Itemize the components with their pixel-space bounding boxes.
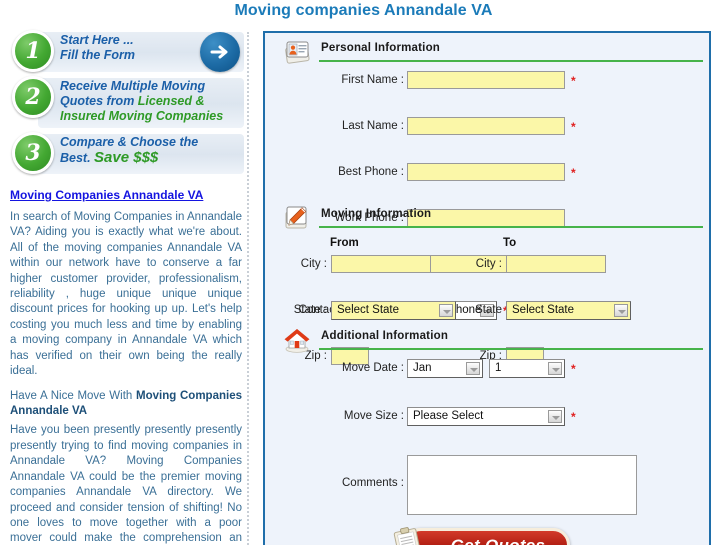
step-number-badge-3: 3	[12, 132, 54, 174]
step-2-line-2-green: Licensed &	[137, 94, 205, 108]
get-quotes-label: Get Quotes	[451, 536, 546, 545]
sidebar-step-1[interactable]: 1 Start Here ... Fill the Form	[8, 30, 244, 74]
moving-fields: From To City : City : State : Select Sta…	[265, 235, 709, 365]
section-moving-information: Moving Information From To City : City :…	[265, 205, 709, 365]
last-name-input[interactable]	[407, 117, 565, 135]
sidebar-step-3[interactable]: 3 Compare & Choose the Best. Save $$$	[8, 132, 244, 176]
step-number-badge-1: 1	[12, 30, 54, 72]
sidebar-paragraph-1: In search of Moving Companies in Annanda…	[10, 211, 242, 378]
sidebar-paragraph-2: Have you been presently presently presen…	[10, 424, 242, 545]
id-card-icon	[283, 38, 311, 66]
label-to-state: State	[475, 304, 502, 316]
chevron-down-icon	[548, 410, 562, 423]
field-row-move-date: Move Date : Jan 1 *	[265, 359, 709, 381]
from-state-select[interactable]: Select State	[331, 301, 456, 320]
to-state-select[interactable]: Select State	[506, 301, 631, 320]
section-additional-information: Additional Information Move Date : Jan 1…	[265, 326, 709, 515]
quote-form-panel: Personal Information First Name : * Last…	[263, 31, 711, 545]
first-name-input[interactable]	[407, 71, 565, 89]
chevron-down-icon	[548, 362, 562, 375]
required-marker-last-name: *	[571, 120, 576, 134]
personal-fields: First Name : * Last Name : * Best Phone …	[265, 71, 709, 320]
best-phone-input[interactable]	[407, 163, 565, 181]
step-2-line-2-wrap: Quotes from Licensed &	[60, 94, 240, 109]
step-2-line-3-green: Insured Moving Companies	[60, 109, 224, 123]
section-title-personal: Personal Information	[321, 42, 441, 54]
page-root: Moving companies Annandale VA 1 Start He…	[0, 0, 727, 545]
section-rule	[319, 226, 703, 228]
get-quotes-button[interactable]: Get Quotes	[393, 527, 571, 545]
chevron-down-icon	[466, 362, 480, 375]
label-to-city: City :	[475, 258, 502, 270]
sidebar-step-2[interactable]: 2 Receive Multiple Moving Quotes from Li…	[8, 76, 244, 130]
label-best-phone: Best Phone :	[338, 166, 404, 178]
clipboard-icon	[389, 525, 429, 545]
section-personal-information: Personal Information First Name : * Last…	[265, 38, 709, 320]
to-city-input[interactable]	[506, 255, 606, 273]
pencil-notepad-icon	[283, 204, 311, 232]
column-divider	[247, 32, 249, 545]
arrow-right-icon[interactable]	[200, 32, 240, 72]
page-title: Moving companies Annandale VA	[234, 2, 493, 19]
label-first-name: First Name :	[341, 74, 404, 86]
field-row-comments: Comments :	[265, 455, 709, 517]
section-rule	[319, 60, 703, 62]
field-row-first-name: First Name : *	[265, 71, 709, 93]
from-city-input[interactable]	[331, 255, 431, 273]
step-number-badge-2: 2	[12, 76, 54, 118]
section-header-moving: Moving Information	[271, 205, 703, 229]
section-title-additional: Additional Information	[321, 330, 449, 342]
section-header-personal: Personal Information	[271, 38, 703, 66]
step-3-line-2: Best.	[60, 151, 95, 165]
sidebar-local-link[interactable]: Moving Companies Annandale VA	[10, 188, 244, 202]
comments-textarea[interactable]	[407, 455, 637, 515]
field-row-move-size: Move Size : Please Select *	[265, 407, 709, 429]
label-move-date: Move Date :	[342, 362, 404, 374]
label-last-name: Last Name :	[342, 120, 404, 132]
step-3-line-2-wrap: Best. Save $$$	[60, 150, 240, 166]
to-state-select-value: Select State	[512, 304, 575, 316]
section-title-moving: Moving Information	[321, 208, 432, 220]
chevron-down-icon	[614, 304, 628, 317]
required-marker-move-size: *	[571, 410, 576, 424]
column-heading-from: From	[330, 237, 359, 249]
step-2-line-2: Quotes from	[60, 94, 138, 108]
sidebar: 1 Start Here ... Fill the Form 2 Receive…	[8, 30, 244, 545]
step-3-line-2-green: Save $$$	[94, 149, 159, 166]
required-marker-best-phone: *	[571, 166, 576, 180]
column-heading-to: To	[503, 237, 517, 249]
step-text-2: Receive Multiple Moving Quotes from Lice…	[60, 79, 240, 124]
label-move-size: Move Size :	[343, 410, 404, 422]
label-from-state: State :	[293, 304, 327, 316]
sidebar-heading-2-plain: Have A Nice Move With	[10, 390, 137, 403]
move-size-select-value: Please Select	[413, 410, 484, 422]
submit-area: Get Quotes	[265, 527, 709, 545]
label-comments: Comments :	[342, 477, 404, 489]
label-from-city: City :	[300, 258, 327, 270]
section-header-additional: Additional Information	[271, 326, 703, 354]
house-icon	[283, 326, 311, 354]
field-row-city: City : City :	[265, 255, 709, 277]
move-date-month-value: Jan	[413, 362, 432, 374]
required-marker-move-date: *	[571, 362, 576, 376]
required-marker-first-name: *	[571, 74, 576, 88]
move-date-day-select[interactable]: 1	[489, 359, 565, 378]
section-rule	[319, 348, 703, 350]
field-row-best-phone: Best Phone : *	[265, 163, 709, 185]
field-row-last-name: Last Name : *	[265, 117, 709, 139]
step-3-line-1: Compare & Choose the	[60, 135, 199, 149]
move-size-select[interactable]: Please Select	[407, 407, 565, 426]
additional-fields: Move Date : Jan 1 * Move Size : Please S…	[265, 359, 709, 515]
move-date-month-select[interactable]: Jan	[407, 359, 483, 378]
move-date-day-value: 1	[495, 362, 502, 374]
step-2-line-1: Receive Multiple Moving	[60, 79, 206, 93]
field-row-state: State : Select State State Select State	[265, 301, 709, 323]
sidebar-heading-2: Have A Nice Move With Moving Companies A…	[10, 389, 242, 419]
step-text-3: Compare & Choose the Best. Save $$$	[60, 135, 240, 166]
from-state-select-value: Select State	[337, 304, 400, 316]
